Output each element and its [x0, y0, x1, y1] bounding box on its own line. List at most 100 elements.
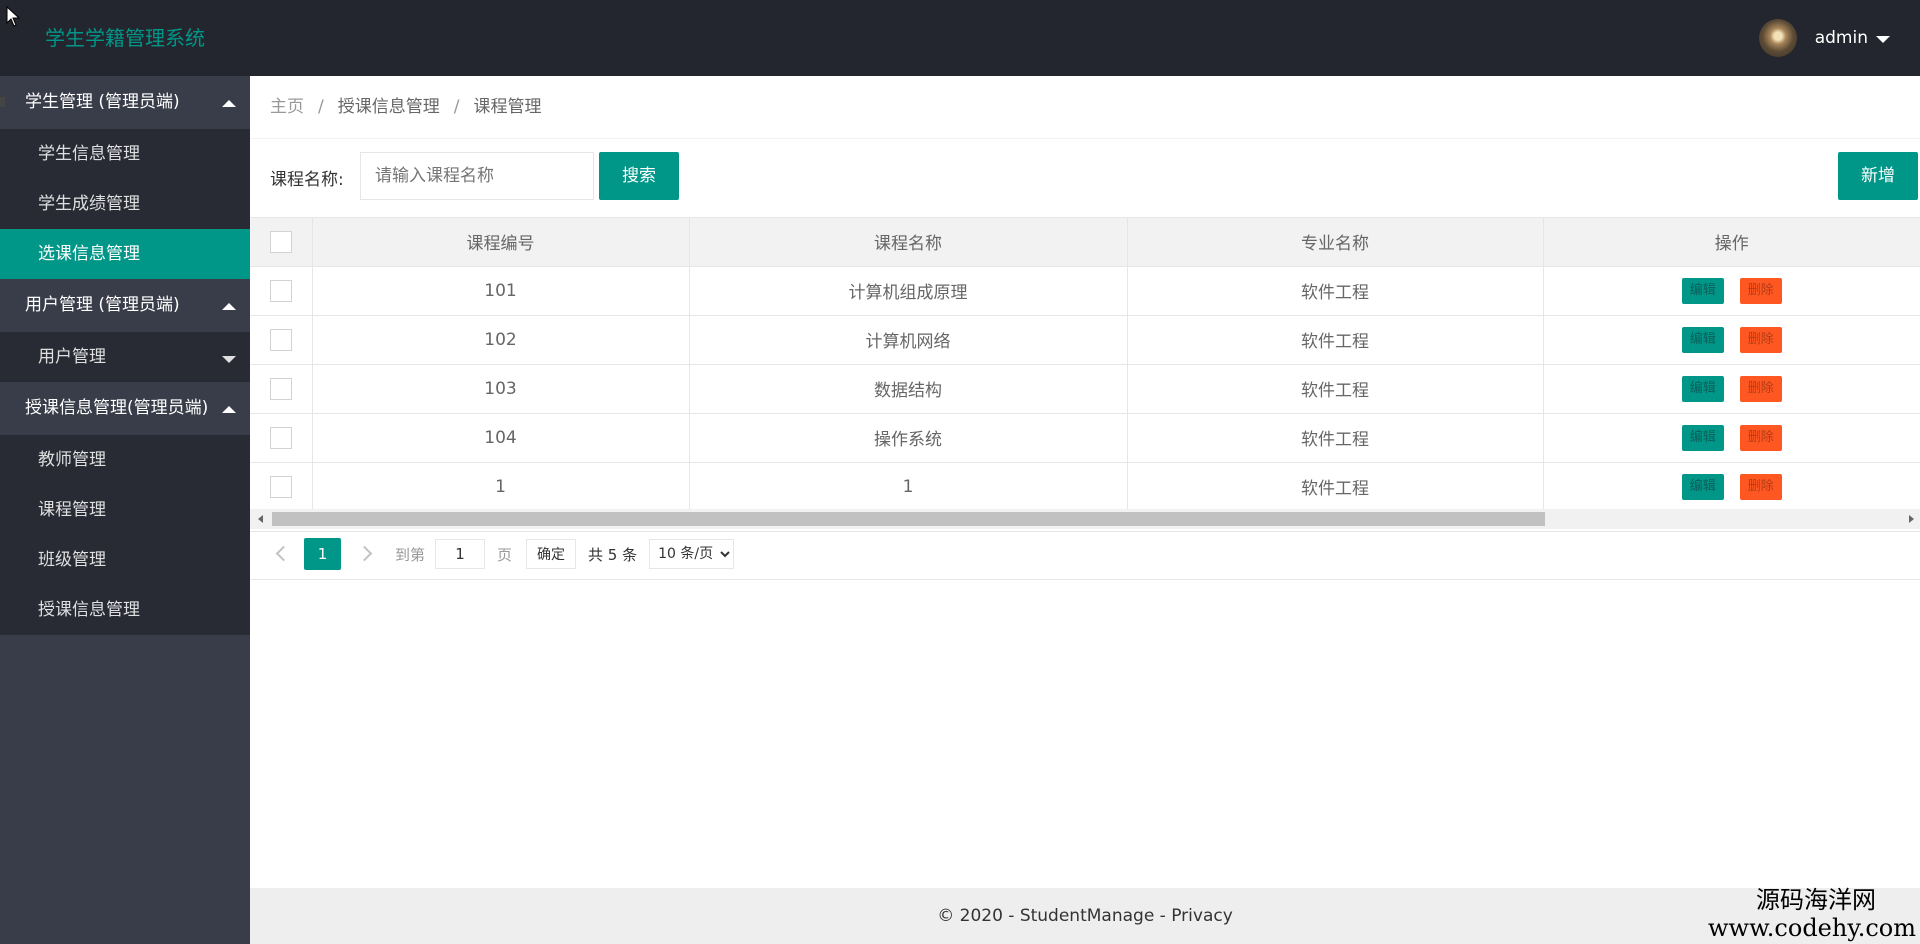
row-check-cell	[250, 413, 313, 463]
search-button[interactable]: 搜索	[599, 152, 679, 200]
watermark-url: www.codehy.com	[1708, 914, 1916, 942]
header-course-id[interactable]: 课程编号	[312, 218, 690, 267]
sidebar-item-course[interactable]: 课程管理	[0, 485, 250, 535]
chevron-left-icon[interactable]	[270, 544, 294, 564]
goto-page-input[interactable]	[435, 539, 486, 569]
course-name-label: 课程名称:	[270, 170, 344, 190]
table-row: 1 1 软件工程 编辑 删除	[250, 462, 1920, 512]
sidebar-item-teaching-info[interactable]: 授课信息管理	[0, 585, 250, 635]
delete-button[interactable]: 删除	[1739, 424, 1782, 451]
sidebar-item-student-info[interactable]: 学生信息管理	[0, 129, 250, 179]
sidebar-group-label: 授课信息管理(管理员端)	[25, 398, 209, 418]
header-actions: 操作	[1543, 218, 1920, 267]
row-check-cell	[250, 315, 313, 365]
sidebar-item-student-score[interactable]: 学生成绩管理	[0, 179, 250, 229]
app-logo[interactable]: 学生学籍管理系统	[45, 0, 205, 76]
cell-course-name: 数据结构	[689, 364, 1128, 414]
cell-major: 软件工程	[1127, 266, 1544, 316]
course-name-input[interactable]	[360, 152, 594, 200]
table-row: 103 数据结构 软件工程 编辑 删除	[250, 364, 1920, 414]
edit-button[interactable]: 编辑	[1681, 326, 1724, 353]
sidebar-item-course-selection[interactable]: 选课信息管理	[0, 229, 250, 279]
user-name[interactable]: admin	[1815, 28, 1868, 48]
goto-confirm-button[interactable]: 确定	[526, 539, 577, 569]
row-checkbox[interactable]	[269, 426, 292, 449]
breadcrumb-current: 课程管理	[473, 97, 542, 117]
sidebar-item-class[interactable]: 班级管理	[0, 535, 250, 585]
cell-major: 软件工程	[1127, 413, 1544, 463]
table-row: 102 计算机网络 软件工程 编辑 删除	[250, 315, 1920, 365]
sidebar-group-student-children: 学生信息管理 学生成绩管理 选课信息管理	[0, 129, 250, 279]
watermark-cn: 源码海洋网	[1756, 886, 1876, 914]
goto-label: 到第	[395, 545, 426, 564]
scroll-right-icon[interactable]	[1909, 515, 1914, 523]
horizontal-scrollbar[interactable]	[250, 509, 1920, 529]
delete-button[interactable]: 删除	[1739, 277, 1782, 304]
avatar[interactable]	[1758, 19, 1797, 57]
sidebar-item-label: 用户管理	[38, 347, 106, 367]
sidebar-item-teacher[interactable]: 教师管理	[0, 435, 250, 485]
sidebar-group-teaching-children: 教师管理 课程管理 班级管理 授课信息管理	[0, 435, 250, 635]
header-major[interactable]: 专业名称	[1127, 218, 1544, 267]
select-all-checkbox[interactable]	[269, 230, 292, 253]
breadcrumb-separator: /	[318, 97, 324, 117]
row-checkbox[interactable]	[269, 279, 292, 302]
chevron-right-icon[interactable]	[355, 544, 379, 564]
cell-course-name: 1	[689, 462, 1128, 512]
table-row: 104 操作系统 软件工程 编辑 删除	[250, 413, 1920, 463]
breadcrumb-level1[interactable]: 授课信息管理	[338, 97, 440, 117]
scroll-left-icon[interactable]	[258, 515, 263, 523]
cell-actions: 编辑 删除	[1543, 266, 1920, 316]
add-button[interactable]: 新增	[1838, 152, 1918, 200]
cell-actions: 编辑 删除	[1543, 364, 1920, 414]
sidebar-group-user-children: 用户管理	[0, 332, 250, 382]
cell-course-id: 102	[312, 315, 690, 365]
edit-button[interactable]: 编辑	[1681, 277, 1724, 304]
sidebar-group-student[interactable]: 学生管理 (管理员端)	[0, 76, 250, 129]
main-content: 主页 / 授课信息管理 / 课程管理 课程名称: 搜索 新增 课程编号 课程名称 专业名…	[250, 76, 1920, 888]
course-table: 课程编号 课程名称 专业名称 操作 101 计算机组成原理 软件工程 编辑 删除 …	[250, 217, 1920, 532]
delete-button[interactable]: 删除	[1739, 375, 1782, 402]
sidebar-group-teaching[interactable]: 授课信息管理(管理员端)	[0, 382, 250, 435]
cell-course-name: 操作系统	[689, 413, 1128, 463]
cell-actions: 编辑 删除	[1543, 413, 1920, 463]
chevron-up-icon	[222, 100, 236, 107]
edit-button[interactable]: 编辑	[1681, 424, 1724, 451]
footer-privacy-link[interactable]: Privacy	[1171, 906, 1233, 926]
row-checkbox[interactable]	[269, 475, 292, 498]
cell-course-id: 104	[312, 413, 690, 463]
page-label: 页	[497, 545, 513, 564]
cell-course-name: 计算机组成原理	[689, 266, 1128, 316]
watermark: 源码海洋网 www.codehy.com	[1708, 886, 1916, 942]
cell-major: 软件工程	[1127, 364, 1544, 414]
pagination: 1 到第 页 确定 共 5 条 10 条/页	[250, 529, 1920, 580]
breadcrumb: 主页 / 授课信息管理 / 课程管理	[250, 76, 1920, 139]
breadcrumb-separator: /	[453, 97, 460, 117]
edit-button[interactable]: 编辑	[1681, 473, 1724, 500]
row-check-cell	[250, 462, 313, 512]
sidebar-item-user-manage[interactable]: 用户管理	[0, 332, 250, 382]
page-size-select[interactable]: 10 条/页	[649, 539, 735, 569]
sidebar-group-user[interactable]: 用户管理 (管理员端)	[0, 279, 250, 332]
cell-actions: 编辑 删除	[1543, 462, 1920, 512]
delete-button[interactable]: 删除	[1739, 473, 1782, 500]
chevron-down-icon[interactable]	[1876, 36, 1890, 43]
chevron-down-icon	[222, 356, 236, 363]
cell-course-id: 103	[312, 364, 690, 414]
sidebar-group-label: 用户管理 (管理员端)	[25, 295, 180, 315]
table-row: 101 计算机组成原理 软件工程 编辑 删除	[250, 266, 1920, 316]
scrollbar-thumb[interactable]	[272, 512, 1545, 526]
delete-button[interactable]: 删除	[1739, 326, 1782, 353]
footer: © 2020 - StudentManage - Privacy	[250, 888, 1920, 944]
top-header: 学生学籍管理系统 admin	[0, 0, 1920, 76]
cell-course-name: 计算机网络	[689, 315, 1128, 365]
header-course-name[interactable]: 课程名称	[689, 218, 1128, 267]
breadcrumb-home[interactable]: 主页	[270, 97, 304, 117]
group-marker	[0, 97, 5, 107]
footer-copyright: © 2020 - StudentManage -	[937, 906, 1172, 926]
page-current[interactable]: 1	[304, 538, 341, 570]
edit-button[interactable]: 编辑	[1681, 375, 1724, 402]
row-checkbox[interactable]	[269, 328, 292, 351]
row-checkbox[interactable]	[269, 377, 292, 400]
user-menu[interactable]: admin	[1758, 0, 1890, 76]
